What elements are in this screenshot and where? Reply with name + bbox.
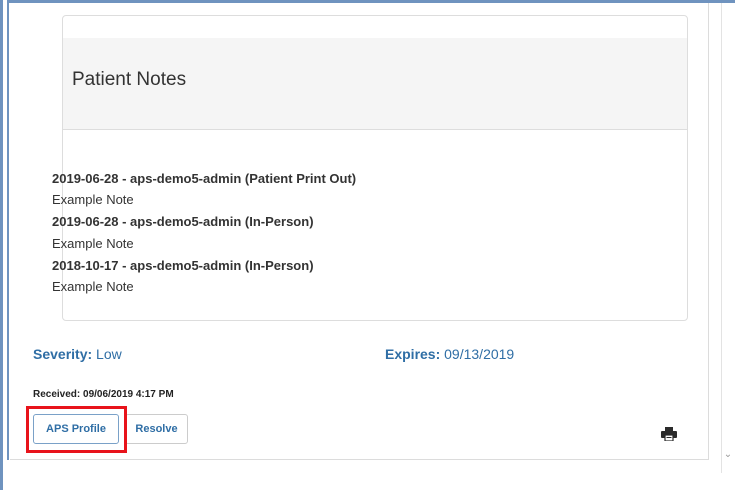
- received-timestamp: Received: 09/06/2019 4:17 PM: [33, 389, 174, 400]
- chevron-down-icon[interactable]: ⌄: [723, 445, 733, 465]
- patient-notes-title: Patient Notes: [72, 69, 187, 90]
- expires-value: 09/13/2019: [444, 346, 515, 362]
- printer-icon[interactable]: [661, 427, 677, 441]
- patient-notes-card: [62, 15, 688, 321]
- note-body: Example Note: [52, 192, 134, 207]
- window-left-edge: [0, 0, 3, 490]
- note-heading: 2019-06-28 - aps-demo5-admin (Patient Pr…: [52, 171, 357, 186]
- severity-field: Severity: Low: [33, 346, 122, 362]
- vertical-scrollbar[interactable]: [721, 3, 735, 473]
- severity-value: Low: [96, 346, 122, 362]
- resolve-button[interactable]: Resolve: [125, 414, 188, 444]
- aps-profile-highlight: [26, 406, 127, 453]
- severity-label: Severity:: [33, 346, 93, 362]
- note-heading: 2019-06-28 - aps-demo5-admin (In-Person): [52, 214, 314, 229]
- note-body: Example Note: [52, 236, 134, 251]
- expires-label: Expires:: [385, 346, 441, 362]
- note-heading: 2018-10-17 - aps-demo5-admin (In-Person): [52, 258, 314, 273]
- expires-field: Expires: 09/13/2019: [385, 346, 514, 362]
- note-body: Example Note: [52, 279, 134, 294]
